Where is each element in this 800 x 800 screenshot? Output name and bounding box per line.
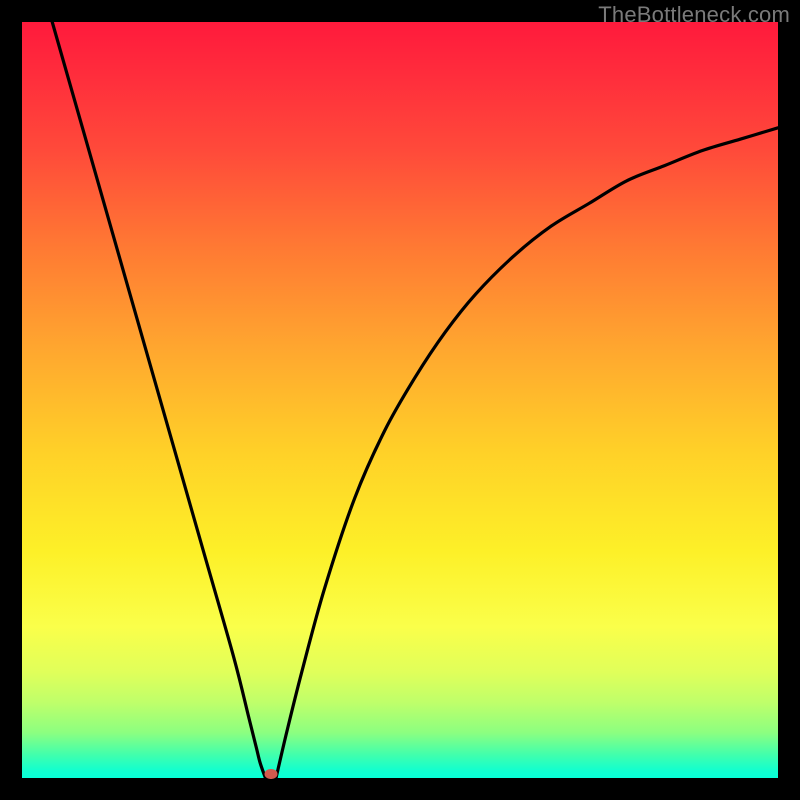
- plot-area: [22, 22, 778, 778]
- curve-path: [52, 22, 778, 778]
- min-marker: [265, 769, 278, 779]
- bottleneck-curve: [22, 22, 778, 778]
- chart-frame: TheBottleneck.com: [0, 0, 800, 800]
